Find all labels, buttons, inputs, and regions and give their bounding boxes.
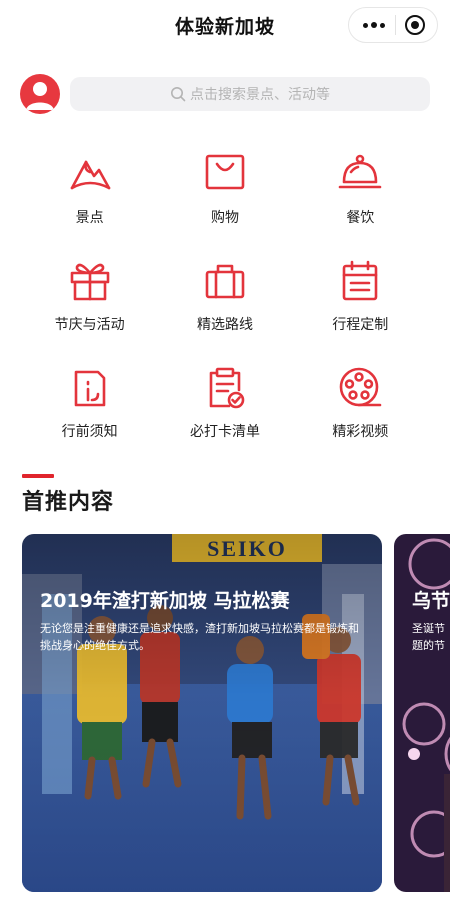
category-must-visit[interactable]: 必打卡清单 bbox=[157, 364, 292, 441]
card-title: 乌节 bbox=[412, 590, 450, 612]
featured-card-orchard[interactable]: 乌节 圣诞节 题的节 bbox=[394, 534, 450, 892]
film-reel-icon bbox=[340, 367, 382, 407]
menu-capsule bbox=[348, 7, 438, 43]
capsule-divider bbox=[394, 15, 396, 35]
category-videos[interactable]: 精彩视频 bbox=[293, 364, 428, 441]
info-doc-icon bbox=[74, 370, 105, 407]
gift-icon bbox=[70, 263, 109, 301]
category-label: 精选路线 bbox=[196, 317, 253, 333]
card-description-line: 题的节 bbox=[412, 639, 445, 652]
category-festivals[interactable]: 节庆与活动 bbox=[22, 257, 157, 334]
search-row: 点击搜索景点、活动等 bbox=[20, 74, 430, 114]
category-label: 购物 bbox=[210, 210, 239, 226]
briefcase-icon bbox=[205, 264, 245, 299]
page-title: 体验新加坡 bbox=[174, 15, 275, 38]
navbar: 体验新加坡 bbox=[0, 0, 450, 50]
avatar[interactable] bbox=[20, 74, 60, 114]
close-miniprogram-icon[interactable] bbox=[405, 15, 425, 35]
category-travel-tips[interactable]: 行前须知 bbox=[22, 364, 157, 441]
category-label: 节庆与活动 bbox=[54, 317, 125, 333]
category-label: 景点 bbox=[75, 210, 104, 226]
card-title: 2019年渣打新加坡 马拉松赛 bbox=[40, 590, 290, 612]
card-description-line: 圣诞节 bbox=[412, 622, 445, 635]
more-options-icon[interactable] bbox=[363, 22, 385, 28]
featured-card-marathon[interactable]: SEIKO 2019年渣打新加坡 马拉松赛 无论您是注重健康还是追求快感，渣打新… bbox=[22, 534, 382, 892]
search-input[interactable]: 点击搜索景点、活动等 bbox=[70, 77, 430, 111]
planner-icon bbox=[343, 260, 378, 301]
category-label: 餐饮 bbox=[346, 210, 375, 226]
section-accent-bar bbox=[22, 474, 54, 478]
category-label: 行程定制 bbox=[332, 317, 389, 333]
cloche-icon bbox=[339, 154, 382, 189]
shopping-bag-icon bbox=[205, 154, 245, 190]
category-grid: 景点 购物 餐饮 节庆与活动 精选路线 行程定制 行前须知 必打卡清单 精彩视频 bbox=[22, 150, 428, 441]
category-label: 必打卡清单 bbox=[189, 424, 260, 440]
user-icon bbox=[26, 82, 54, 110]
card-description: 圣诞节 题的节 bbox=[412, 620, 450, 654]
clipboard-check-icon bbox=[209, 367, 245, 409]
category-dining[interactable]: 餐饮 bbox=[293, 150, 428, 227]
search-placeholder: 点击搜索景点、活动等 bbox=[190, 87, 330, 103]
landmark-icon bbox=[70, 160, 110, 190]
category-shopping[interactable]: 购物 bbox=[157, 150, 292, 227]
search-icon bbox=[171, 87, 186, 102]
category-label: 行前须知 bbox=[61, 424, 118, 440]
card-description: 无论您是注重健康还是追求快感，渣打新加坡马拉松赛都是锻炼和挑战身心的绝佳方式。 bbox=[40, 622, 359, 652]
section-title: 首推内容 bbox=[22, 490, 115, 515]
category-routes[interactable]: 精选路线 bbox=[157, 257, 292, 334]
category-itinerary[interactable]: 行程定制 bbox=[293, 257, 428, 334]
app-screen: 体验新加坡 点击搜索景点、活动等 景点 购物 餐饮 节庆与活动 精选路线 行程定… bbox=[0, 0, 450, 900]
category-attractions[interactable]: 景点 bbox=[22, 150, 157, 227]
banner-text: SEIKO bbox=[207, 536, 287, 561]
category-label: 精彩视频 bbox=[332, 424, 389, 440]
